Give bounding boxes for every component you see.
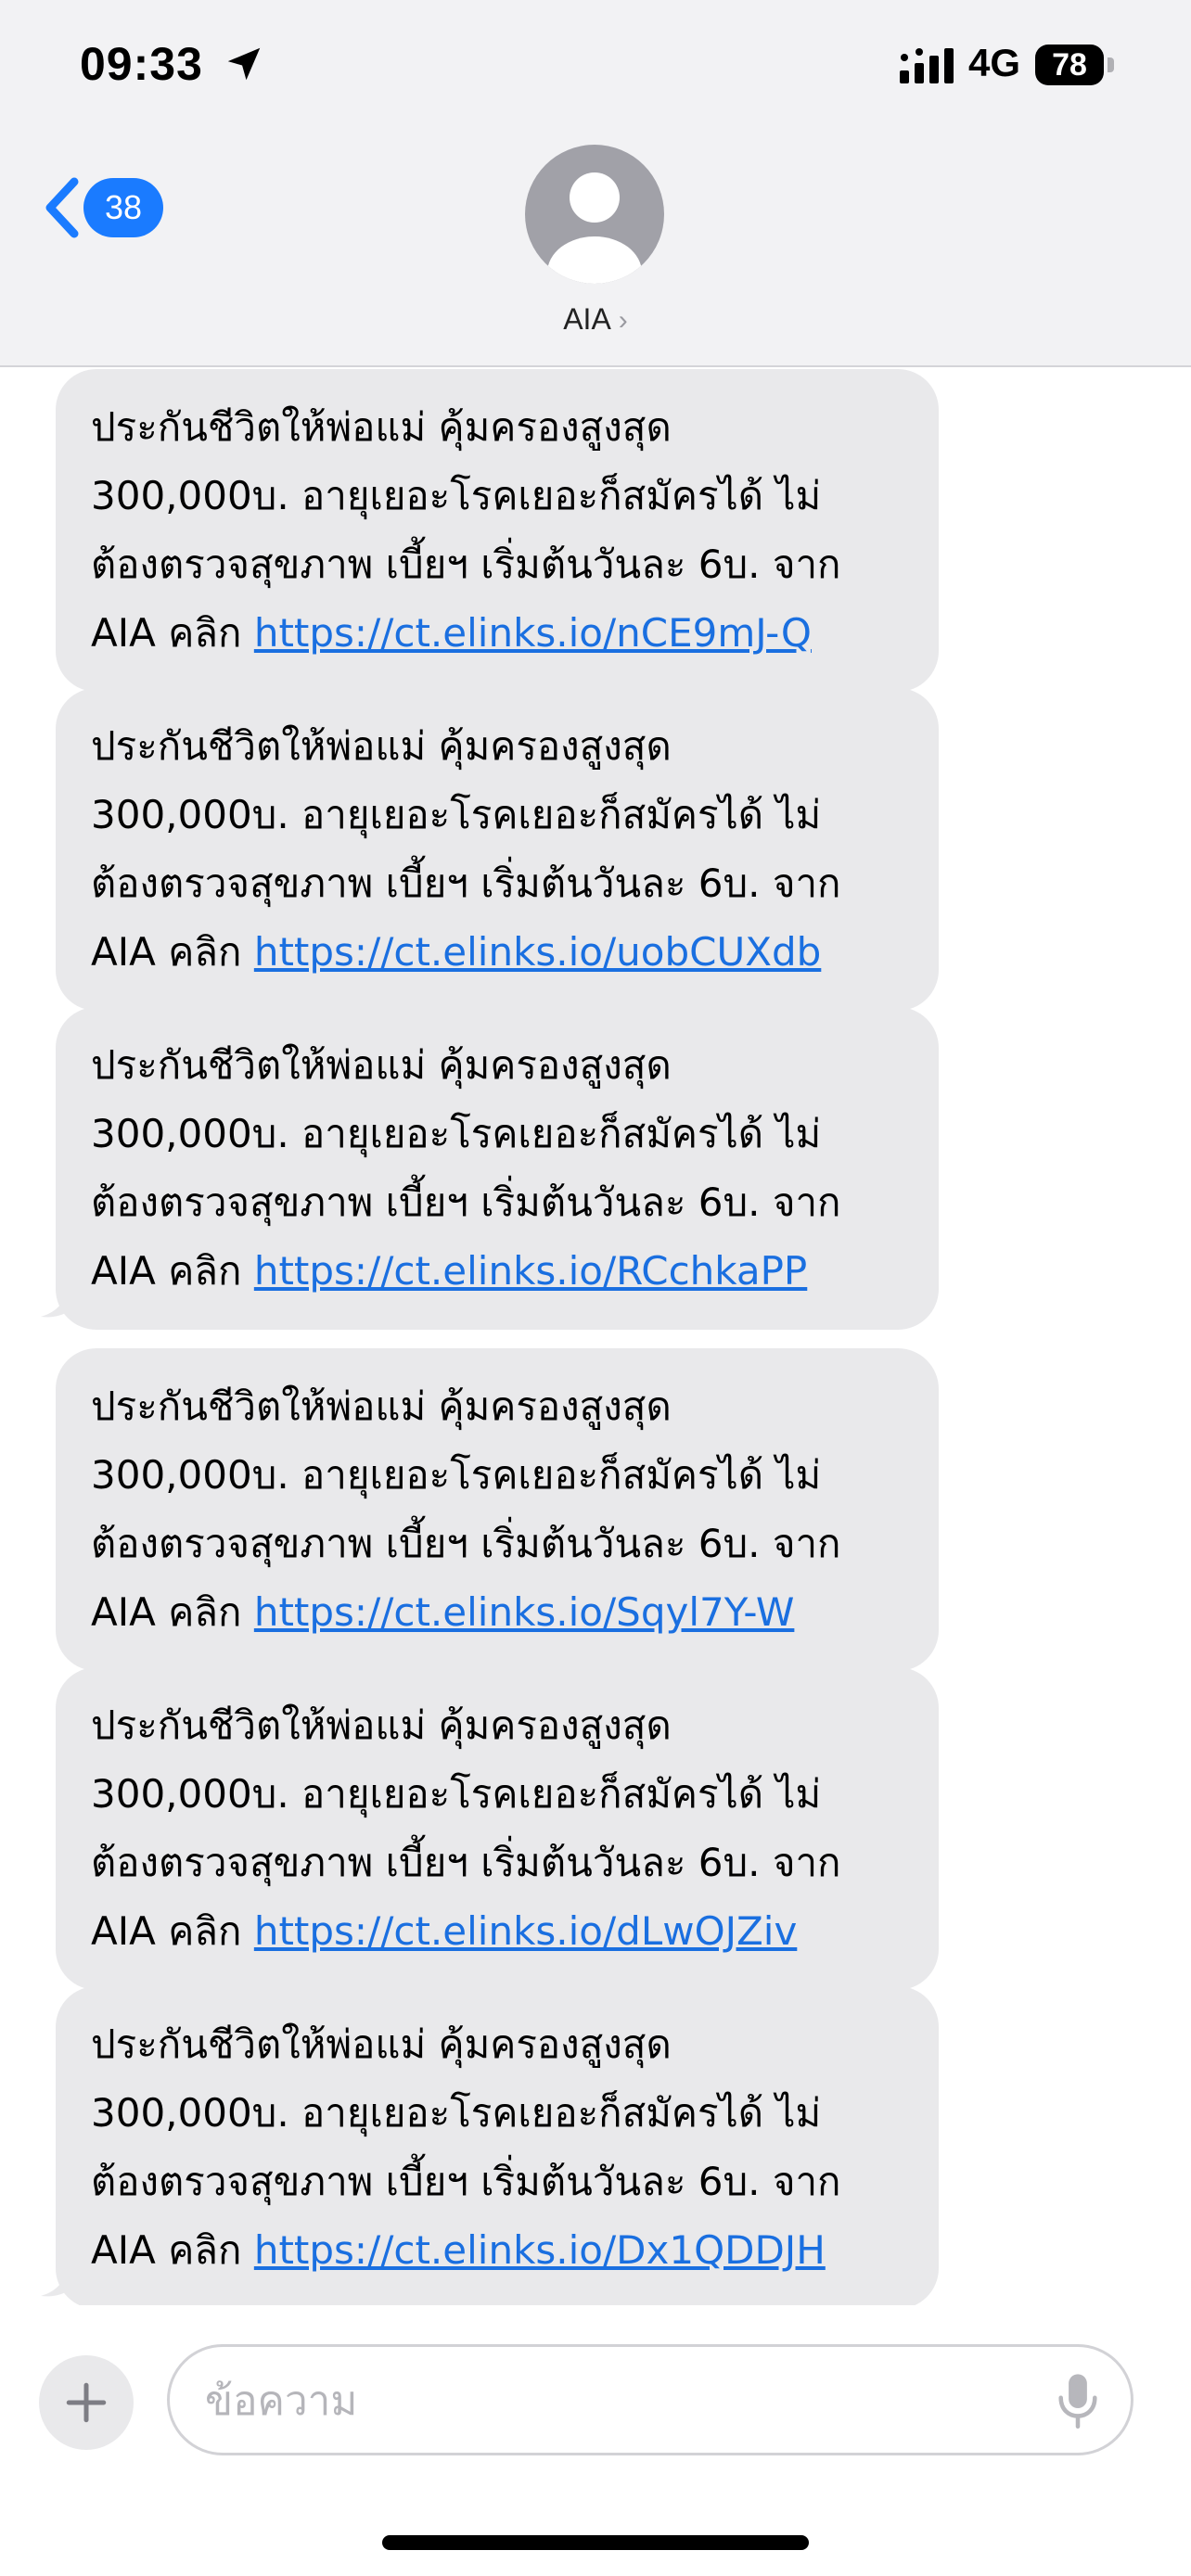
message-bubble: ประกันชีวิตให้พ่อแม่ คุ้มครองสูงสุด 300,… [56, 1667, 939, 1990]
message-line: AIA คลิก https://ct.elinks.io/RCchkaPP [91, 1237, 903, 1306]
message-input[interactable] [203, 2366, 1023, 2436]
message-bubble: ประกันชีวิตให้พ่อแม่ คุ้มครองสูงสุด 300,… [56, 1348, 939, 1671]
message-line: 300,000บ. อายุเยอะโรคเยอะก็สมัครได้ ไม่ [91, 473, 822, 518]
home-indicator [382, 2535, 809, 2550]
conversation-header: 09:33 4G 78 38 AIA › [0, 0, 1191, 367]
message-line: 300,000บ. อายุเยอะโรคเยอะก็สมัครได้ ไม่ [91, 1111, 822, 1156]
message-bubble: ประกันชีวิตให้พ่อแม่ คุ้มครองสูงสุด 300,… [56, 688, 939, 1011]
bubble-tail [41, 2261, 74, 2297]
location-arrow-icon [227, 47, 261, 81]
message-line: 300,000บ. อายุเยอะโรคเยอะก็สมัครได้ ไม่ [91, 1452, 822, 1498]
message-line: AIA คลิก https://ct.elinks.io/dLwOJZiv [91, 1897, 903, 1966]
message-line: AIA คลิก https://ct.elinks.io/Dx1QDDJH [91, 2216, 903, 2285]
message-bubble: ประกันชีวิตให้พ่อแม่ คุ้มครองสูงสุด 300,… [56, 1007, 939, 1330]
message-prefix: AIA คลิก [91, 929, 254, 975]
network-type: 4G [968, 41, 1021, 84]
message-line: ประกันชีวิตให้พ่อแม่ คุ้มครองสูงสุด [91, 723, 672, 769]
message-line: ต้องตรวจสุขภาพ เบี้ยฯ เริ่มต้นวันละ 6บ. … [91, 542, 841, 587]
message-line: ประกันชีวิตให้พ่อแม่ คุ้มครองสูงสุด [91, 1042, 672, 1088]
message-prefix: AIA คลิก [91, 1908, 254, 1954]
message-line: AIA คลิก https://ct.elinks.io/Sqyl7Y-W [91, 1578, 903, 1647]
message-link[interactable]: https://ct.elinks.io/RCchkaPP [254, 1248, 807, 1294]
plus-icon [66, 2382, 107, 2423]
contact-name: AIA [563, 302, 611, 336]
message-link[interactable]: https://ct.elinks.io/Dx1QDDJH [254, 2227, 826, 2273]
message-prefix: AIA คลิก [91, 2227, 254, 2273]
back-button[interactable]: 38 [41, 172, 171, 243]
message-line: ประกันชีวิตให้พ่อแม่ คุ้มครองสูงสุด [91, 1384, 672, 1429]
message-bubble: ประกันชีวิตให้พ่อแม่ คุ้มครองสูงสุด 300,… [56, 369, 939, 692]
message-line: ต้องตรวจสุขภาพ เบี้ยฯ เริ่มต้นวันละ 6บ. … [91, 1180, 841, 1225]
message-line: 300,000บ. อายุเยอะโรคเยอะก็สมัครได้ ไม่ [91, 1771, 822, 1817]
chevron-right-icon: › [618, 305, 628, 336]
message-link[interactable]: https://ct.elinks.io/Sqyl7Y-W [254, 1589, 795, 1635]
contact-name-button[interactable]: AIA › [0, 302, 1191, 337]
microphone-icon[interactable] [1057, 2373, 1099, 2430]
message-prefix: AIA คลิก [91, 610, 254, 656]
cellular-signal-icon [900, 48, 954, 83]
message-link[interactable]: https://ct.elinks.io/uobCUXdb [254, 929, 821, 975]
message-line: 300,000บ. อายุเยอะโรคเยอะก็สมัครได้ ไม่ [91, 792, 822, 837]
message-line: ประกันชีวิตให้พ่อแม่ คุ้มครองสูงสุด [91, 1702, 672, 1748]
message-prefix: AIA คลิก [91, 1589, 254, 1635]
message-line: ต้องตรวจสุขภาพ เบี้ยฯ เริ่มต้นวันละ 6บ. … [91, 2159, 841, 2204]
add-attachment-button[interactable] [39, 2355, 134, 2450]
contact-avatar-icon[interactable] [525, 145, 664, 284]
message-line: AIA คลิก https://ct.elinks.io/uobCUXdb [91, 918, 903, 987]
unread-count-badge: 38 [83, 178, 163, 237]
battery-tip [1108, 57, 1114, 72]
chevron-left-icon [45, 177, 79, 238]
message-bubble: ประกันชีวิตให้พ่อแม่ คุ้มครองสูงสุด 300,… [56, 1986, 939, 2305]
message-line: ต้องตรวจสุขภาพ เบี้ยฯ เริ่มต้นวันละ 6บ. … [91, 861, 841, 906]
status-time: 09:33 [80, 38, 203, 90]
message-line: ประกันชีวิตให้พ่อแม่ คุ้มครองสูงสุด [91, 2021, 672, 2067]
message-link[interactable]: https://ct.elinks.io/dLwOJZiv [254, 1908, 797, 1954]
message-line: AIA คลิก https://ct.elinks.io/nCE9mJ-Q [91, 599, 903, 668]
message-prefix: AIA คลิก [91, 1248, 254, 1294]
bubble-tail [41, 1282, 74, 1318]
message-line: ต้องตรวจสุขภาพ เบี้ยฯ เริ่มต้นวันละ 6บ. … [91, 1840, 841, 1885]
message-field[interactable] [167, 2344, 1133, 2455]
message-link[interactable]: https://ct.elinks.io/nCE9mJ-Q [254, 610, 812, 656]
message-line: 300,000บ. อายุเยอะโรคเยอะก็สมัครได้ ไม่ [91, 2090, 822, 2136]
message-line: ประกันชีวิตให้พ่อแม่ คุ้มครองสูงสุด [91, 404, 672, 450]
message-line: ต้องตรวจสุขภาพ เบี้ยฯ เริ่มต้นวันละ 6บ. … [91, 1521, 841, 1566]
battery-indicator: 78 [1035, 45, 1104, 85]
message-thread[interactable]: ประกันชีวิตให้พ่อแม่ คุ้มครองสูงสุด 300,… [0, 367, 1191, 2305]
